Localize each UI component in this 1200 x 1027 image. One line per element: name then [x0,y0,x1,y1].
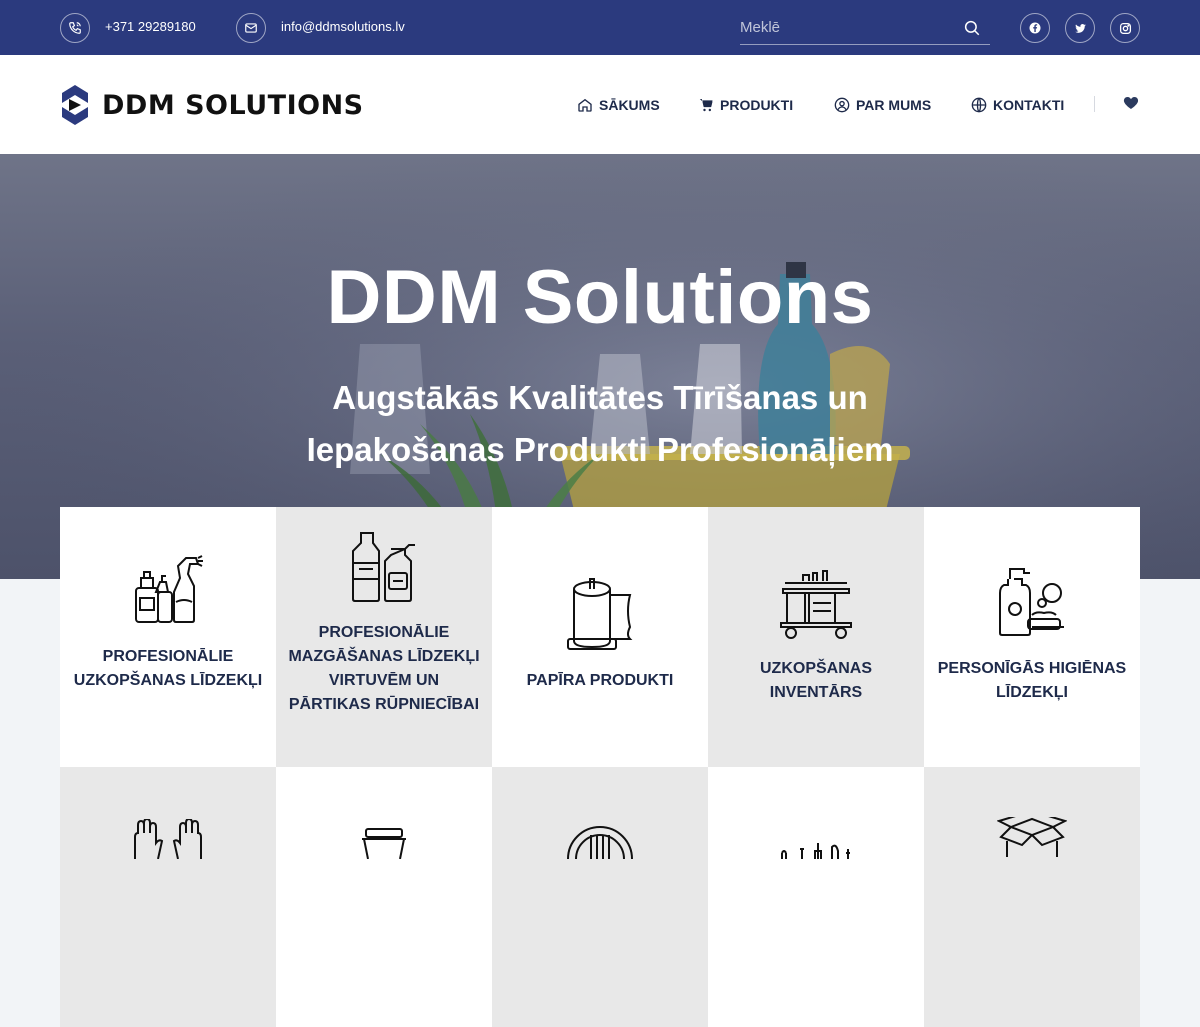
logo-mark-icon [62,85,88,125]
nav-label-products: PRODUKTI [720,97,794,113]
instagram-icon[interactable] [1110,13,1140,43]
hero-subtitle-line-1: Augstākās Kvalitātes Tīrīšanas un [332,379,868,416]
nav-item-home[interactable]: SĀKUMS [576,96,660,114]
box-icon [924,817,1140,857]
plate-cutlery-icon [492,825,708,859]
nav-item-contacts[interactable]: KONTAKTI [970,96,1064,114]
category-card-gloves[interactable] [60,767,276,1027]
home-icon [576,96,594,114]
nav-label-about: PAR MUMS [856,97,932,113]
category-card-utensils[interactable] [708,767,924,1027]
category-label: PAPĪRA PRODUKTI [526,672,674,689]
heart-icon[interactable] [1123,95,1141,113]
phone-number[interactable]: +371 29289180 [105,19,196,34]
nav-item-about[interactable]: PAR MUMS [833,96,931,114]
search-icon[interactable] [962,18,982,38]
user-icon [833,96,851,114]
container-icon [276,827,492,859]
search-box [740,10,990,45]
globe-icon [970,96,988,114]
top-bar: +371 29289180 info@ddmsolutions.lv [0,0,1200,55]
nav-label-contacts: KONTAKTI [993,97,1065,113]
soap-dispenser-icon [924,567,1140,639]
search-input[interactable] [740,16,950,38]
kitchen-detergents-icon [276,531,492,603]
nav-item-products[interactable]: PRODUKTI [697,96,793,114]
cleaning-products-icon [60,552,276,626]
category-card-paper[interactable]: PAPĪRA PRODUKTI [492,507,708,767]
category-card-containers[interactable] [276,767,492,1027]
kitchen-utensils-icon [708,839,924,859]
category-label: PROFESIONĀLIE UZKOPŠANAS LĪDZEKĻI [73,648,263,689]
gloves-icon [60,819,276,859]
logo-text: DDM SOLUTIONS [102,89,364,121]
logo[interactable]: DDM SOLUTIONS [60,82,364,128]
email-address[interactable]: info@ddmsolutions.lv [281,19,405,34]
hero-subtitle: Augstākās Kvalitātes Tīrīšanas un Iepako… [200,372,1000,476]
hero-subtitle-line-2: Iepakošanas Produkti Profesionāļiem [306,431,894,468]
category-card-cleaning[interactable]: PROFESIONĀLIE UZKOPŠANAS LĪDZEKĻI [60,507,276,767]
category-card-inventory[interactable]: UZKOPŠANAS INVENTĀRS [708,507,924,767]
email-icon[interactable] [236,13,266,43]
category-label: PROFESIONĀLIE MAZGĀŠANAS LĪDZEKĻI VIRTUV… [288,624,480,713]
category-card-hygiene[interactable]: PERSONĪGĀS HIGIĒNAS LĪDZEKĻI [924,507,1140,767]
hero-title: DDM Solutions [326,255,874,340]
nav-divider [1094,96,1095,112]
cleaning-cart-icon [708,567,924,639]
cart-icon [697,96,715,114]
twitter-icon[interactable] [1065,13,1095,43]
category-card-kitchen[interactable]: PROFESIONĀLIE MAZGĀŠANAS LĪDZEKĻI VIRTUV… [276,507,492,767]
category-card-tableware[interactable] [492,767,708,1027]
nav-label-home: SĀKUMS [599,97,660,113]
phone-icon[interactable] [60,13,90,43]
category-label: PERSONĪGĀS HIGIĒNAS LĪDZEKĻI [937,660,1127,701]
category-card-boxes[interactable] [924,767,1140,1027]
facebook-icon[interactable] [1020,13,1050,43]
paper-roll-icon [492,577,708,651]
category-label: UZKOPŠANAS INVENTĀRS [759,660,872,701]
